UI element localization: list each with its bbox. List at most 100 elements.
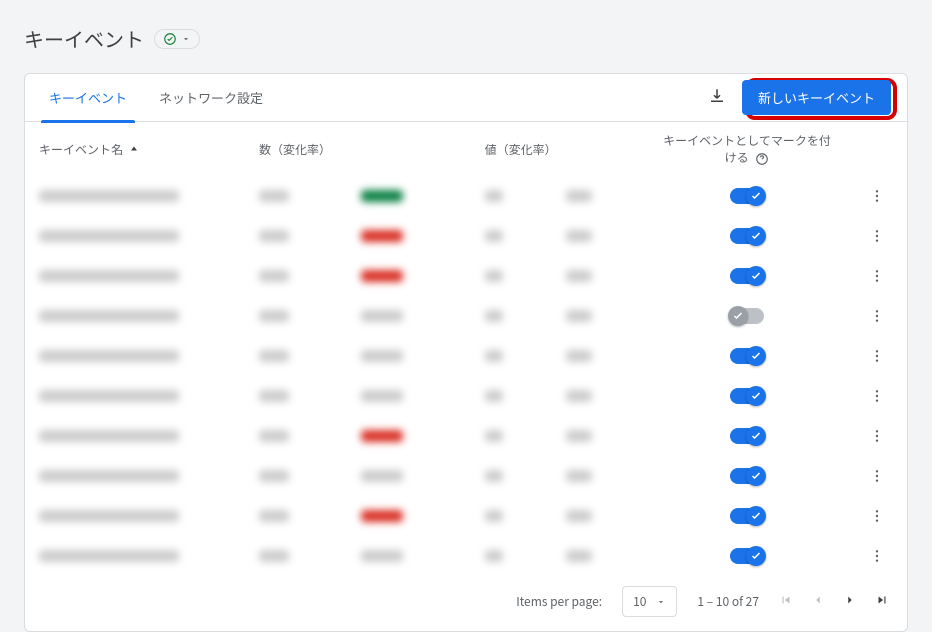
count-cell [259,190,289,202]
value-cell [485,350,503,362]
count-cell [259,470,289,482]
value-change-cell [566,190,592,202]
count-change-cell [361,270,403,282]
value-change-cell [566,270,592,282]
col-count[interactable]: 数（変化率） [245,122,471,176]
row-menu-button[interactable] [861,548,893,564]
tab-network[interactable]: ネットワーク設定 [151,74,271,122]
new-key-event-button[interactable]: 新しいキーイベント [742,80,891,115]
help-icon[interactable] [751,149,769,166]
event-name-cell [39,550,179,562]
row-menu-button[interactable] [861,428,893,444]
count-cell [259,310,289,322]
value-change-cell [566,510,592,522]
tab-bar: キーイベント ネットワーク設定 新しいキーイベント [25,74,907,122]
row-menu-button[interactable] [861,508,893,524]
download-icon[interactable] [708,87,726,109]
value-change-cell [566,470,592,482]
mark-toggle[interactable] [730,468,764,484]
table-row [25,456,907,496]
col-value[interactable]: 値（変化率） [471,122,647,176]
table-row [25,496,907,536]
row-menu-button[interactable] [861,468,893,484]
table-row [25,176,907,216]
next-page-button[interactable] [843,593,857,611]
main-panel: キーイベント ネットワーク設定 新しいキーイベント キーイベント名 数（変化率）… [24,73,908,632]
items-per-page-select[interactable]: 10 [622,586,677,617]
mark-toggle[interactable] [730,188,764,204]
count-cell [259,230,289,242]
row-menu-button[interactable] [861,388,893,404]
count-cell [259,510,289,522]
row-menu-button[interactable] [861,268,893,284]
count-change-cell [361,470,403,482]
mark-toggle[interactable] [730,388,764,404]
value-change-cell [566,310,592,322]
events-table: キーイベント名 数（変化率） 値（変化率） キーイベントとしてマークを付ける [25,122,907,576]
value-cell [485,390,503,402]
page-title: キーイベント [24,24,144,53]
page-range: 1 – 10 of 27 [697,593,759,610]
table-row [25,416,907,456]
row-menu-button[interactable] [861,188,893,204]
value-cell [485,550,503,562]
count-change-cell [361,430,403,442]
value-cell [485,270,503,282]
value-cell [485,190,503,202]
table-row [25,256,907,296]
mark-toggle[interactable] [730,548,764,564]
mark-toggle[interactable] [730,228,764,244]
chevron-down-icon [181,34,191,44]
count-cell [259,270,289,282]
last-page-button[interactable] [875,593,889,611]
value-change-cell [566,350,592,362]
value-cell [485,470,503,482]
table-row [25,216,907,256]
count-cell [259,350,289,362]
mark-toggle[interactable] [730,348,764,364]
count-change-cell [361,350,403,362]
status-pill[interactable] [154,29,200,49]
tab-key-events[interactable]: キーイベント [41,74,135,122]
count-change-cell [361,310,403,322]
count-change-cell [361,230,403,242]
row-menu-button[interactable] [861,348,893,364]
row-menu-button[interactable] [861,228,893,244]
mark-toggle[interactable] [730,308,764,324]
items-per-page-label: Items per page: [516,593,602,610]
first-page-button[interactable] [779,593,793,611]
value-change-cell [566,230,592,242]
table-row [25,336,907,376]
arrow-up-icon [126,141,140,158]
table-row [25,376,907,416]
col-name[interactable]: キーイベント名 [25,122,245,176]
event-name-cell [39,310,179,322]
mark-toggle[interactable] [730,428,764,444]
value-cell [485,310,503,322]
count-cell [259,390,289,402]
row-menu-button[interactable] [861,308,893,324]
event-name-cell [39,390,179,402]
count-change-cell [361,510,403,522]
value-cell [485,510,503,522]
col-mark: キーイベントとしてマークを付ける [647,122,847,176]
value-change-cell [566,390,592,402]
prev-page-button[interactable] [811,593,825,611]
mark-toggle[interactable] [730,268,764,284]
value-change-cell [566,430,592,442]
event-name-cell [39,230,179,242]
check-circle-icon [163,32,177,46]
event-name-cell [39,350,179,362]
table-footer: Items per page: 10 1 – 10 of 27 [25,576,907,631]
mark-toggle[interactable] [730,508,764,524]
count-cell [259,430,289,442]
count-change-cell [361,190,403,202]
event-name-cell [39,190,179,202]
event-name-cell [39,510,179,522]
value-change-cell [566,550,592,562]
table-row [25,296,907,336]
value-cell [485,430,503,442]
count-change-cell [361,390,403,402]
event-name-cell [39,430,179,442]
event-name-cell [39,270,179,282]
